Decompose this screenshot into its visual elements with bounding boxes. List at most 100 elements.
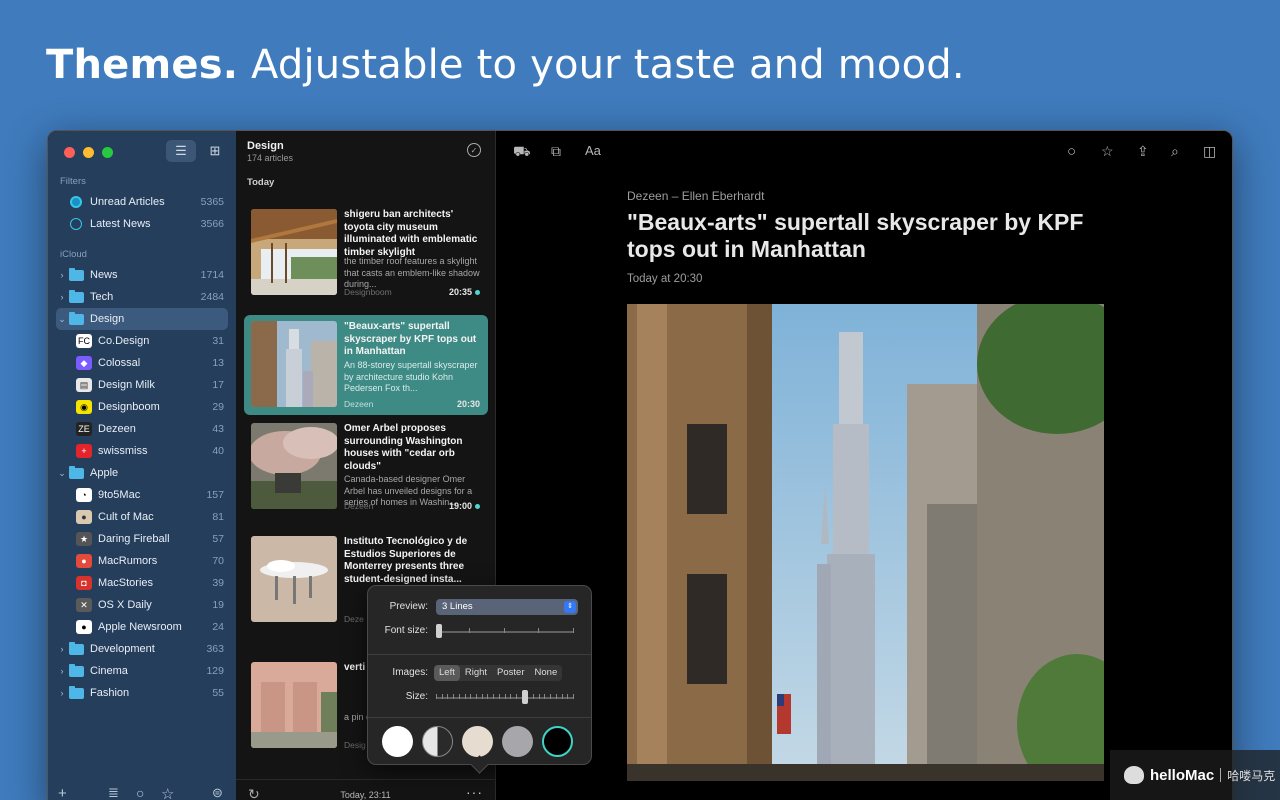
chevron-right-icon[interactable]: ›	[56, 688, 68, 698]
font-size-slider[interactable]	[436, 624, 574, 638]
more-options-icon[interactable]: ···	[466, 784, 483, 800]
headline: Themes. Adjustable to your taste and moo…	[46, 42, 965, 88]
star-icon[interactable]: ☆	[1101, 143, 1114, 160]
sidebar-feed-daring-fireball[interactable]: ★ Daring Fireball 57	[56, 528, 228, 550]
sidebar-folder-design[interactable]: ⌄ Design	[56, 308, 228, 330]
sidebar-feed-os-x-daily[interactable]: ✕ OS X Daily 19	[56, 594, 228, 616]
image-position-control: Left Right Poster None	[434, 665, 563, 681]
unread-count: 70	[212, 555, 224, 567]
chevron-right-icon[interactable]: ›	[56, 292, 68, 302]
close-window-button[interactable]	[64, 147, 75, 158]
unread-count: 24	[212, 621, 224, 633]
image-size-slider[interactable]	[436, 690, 574, 704]
thumbnail-cedar-orbs	[251, 423, 337, 509]
sidebar-feed-macrumors[interactable]: ● MacRumors 70	[56, 550, 228, 572]
theme-auto-button[interactable]	[422, 726, 453, 757]
sidebar-item-label: Apple Newsroom	[98, 621, 182, 633]
sidebar-item-unread-articles[interactable]: Unread Articles 5365	[56, 191, 228, 213]
sidebar-folder-development[interactable]: › Development 363	[56, 638, 228, 660]
theme-picker	[382, 726, 573, 757]
sidebar-folder-tech[interactable]: › Tech 2484	[56, 286, 228, 308]
add-icon[interactable]: +	[58, 785, 67, 800]
grid-view-icon[interactable]: ⊞	[200, 140, 230, 162]
unread-count: 1714	[200, 269, 224, 281]
theme-white-button[interactable]	[382, 726, 413, 757]
chevron-down-icon[interactable]: ⌄	[56, 468, 68, 479]
chevron-right-icon[interactable]: ›	[56, 270, 68, 280]
size-label: Size:	[405, 691, 428, 702]
sidebar-item-label: 9to5Mac	[98, 489, 141, 501]
article-card[interactable]: shigeru ban architects' toyota city muse…	[244, 203, 488, 303]
list-icon[interactable]: ≣	[108, 785, 119, 800]
article-title: Instituto Tecnológico y de Estudios Supe…	[344, 536, 468, 585]
filter-menu-icon[interactable]: ⊜	[212, 785, 223, 800]
font-size-knob[interactable]	[436, 624, 442, 638]
chevron-right-icon[interactable]: ›	[56, 644, 68, 654]
zoom-window-button[interactable]	[102, 147, 113, 158]
sidebar-item-label: Daring Fireball	[98, 533, 170, 545]
article-source: Desig	[344, 740, 366, 750]
feed-favicon-icon: ✕	[76, 598, 92, 612]
folder-icon	[68, 289, 84, 304]
sidebar-feed-design-milk[interactable]: ▤ Design Milk 17	[56, 374, 228, 396]
list-view-icon[interactable]: ☰	[166, 140, 196, 162]
watermark-brand: helloMac	[1150, 766, 1215, 784]
layout-toggle: ☰ ⊞	[166, 140, 230, 162]
sidebar-feed-colossal[interactable]: ◆ Colossal 13	[56, 352, 228, 374]
sidebar-item-label: Development	[90, 643, 155, 655]
share-icon[interactable]: ⇪	[1137, 143, 1149, 160]
article-byline: Dezeen – Ellen Eberhardt	[627, 189, 765, 203]
open-in-browser-icon[interactable]: ⧉	[551, 143, 561, 160]
feed-favicon-icon: FC	[76, 334, 92, 348]
chevron-right-icon[interactable]: ›	[56, 666, 68, 676]
sidebar-folder-fashion[interactable]: › Fashion 55	[56, 682, 228, 704]
image-option-none[interactable]: None	[530, 665, 563, 681]
star-filter-icon[interactable]: ☆	[161, 785, 174, 800]
sidebar-feed-dezeen[interactable]: ZE Dezeen 43	[56, 418, 228, 440]
sidebar-item-latest-news[interactable]: Latest News 3566	[56, 213, 228, 235]
sidebar-item-label: MacStories	[98, 577, 154, 589]
sidebar-folder-apple[interactable]: ⌄ Apple	[56, 462, 228, 484]
theme-gray-button[interactable]	[502, 726, 533, 757]
preview-select[interactable]: 3 Lines ⇕	[436, 599, 578, 615]
theme-dark-button[interactable]	[542, 726, 573, 757]
sidebar-feed-cult-of-mac[interactable]: ● Cult of Mac 81	[56, 506, 228, 528]
sidebar-feed-macstories[interactable]: ◘ MacStories 39	[56, 572, 228, 594]
appearance-popover: Preview: 3 Lines ⇕ Font size: Images: Le…	[367, 585, 592, 765]
article-card[interactable]: Omer Arbel proposes surrounding Washingt…	[244, 417, 488, 517]
sidebar-feed-designboom[interactable]: ◉ Designboom 29	[56, 396, 228, 418]
sidebar-folder-cinema[interactable]: › Cinema 129	[56, 660, 228, 682]
sidebar-item-label: swissmiss	[98, 445, 148, 457]
article-title: "Beaux-arts" supertall skyscraper by KPF…	[344, 321, 477, 357]
app-window: ☰ ⊞ Filters iCloud + ≣ ○ ☆ ⊜ Unread Arti…	[47, 130, 1233, 800]
mark-all-read-icon[interactable]: ✓	[467, 143, 481, 157]
unread-count: 5365	[200, 196, 224, 208]
unread-count: 19	[212, 599, 224, 611]
unread-filter-icon[interactable]: ○	[136, 785, 144, 800]
reader-mode-icon[interactable]: ⛟	[513, 143, 531, 162]
sidebar-toggle-icon[interactable]: ◫	[1203, 143, 1216, 160]
thumbnail-installation	[251, 536, 337, 622]
sidebar-feed-9to5mac[interactable]: ◔ 9to5Mac 157	[56, 484, 228, 506]
image-option-right[interactable]: Right	[460, 665, 492, 681]
text-style-icon[interactable]: Aa	[585, 143, 601, 158]
sidebar-folder-news[interactable]: › News 1714	[56, 264, 228, 286]
article-time: 20:30	[456, 399, 480, 409]
unread-count: 29	[212, 401, 224, 413]
mark-unread-icon[interactable]: ○	[1067, 143, 1076, 160]
search-icon[interactable]: ⌕	[1171, 143, 1179, 160]
theme-sepia-button[interactable]	[462, 726, 493, 757]
sidebar-feed-swissmiss[interactable]: + swissmiss 40	[56, 440, 228, 462]
last-refresh-time: Today, 23:11	[340, 790, 391, 800]
image-option-poster[interactable]: Poster	[492, 665, 529, 681]
article-source: Designboom	[344, 287, 392, 297]
chevron-down-icon[interactable]: ⌄	[56, 314, 68, 325]
article-card-selected[interactable]: "Beaux-arts" supertall skyscraper by KPF…	[244, 315, 488, 415]
preview-label: Preview:	[389, 601, 428, 612]
sidebar-feed-co-design[interactable]: FC Co.Design 31	[56, 330, 228, 352]
article-title: shigeru ban architects' toyota city muse…	[344, 209, 478, 258]
image-size-knob[interactable]	[521, 690, 528, 704]
minimize-window-button[interactable]	[83, 147, 94, 158]
sidebar-feed-apple-newsroom[interactable]: ● Apple Newsroom 24	[56, 616, 228, 638]
image-option-left[interactable]: Left	[434, 665, 460, 681]
